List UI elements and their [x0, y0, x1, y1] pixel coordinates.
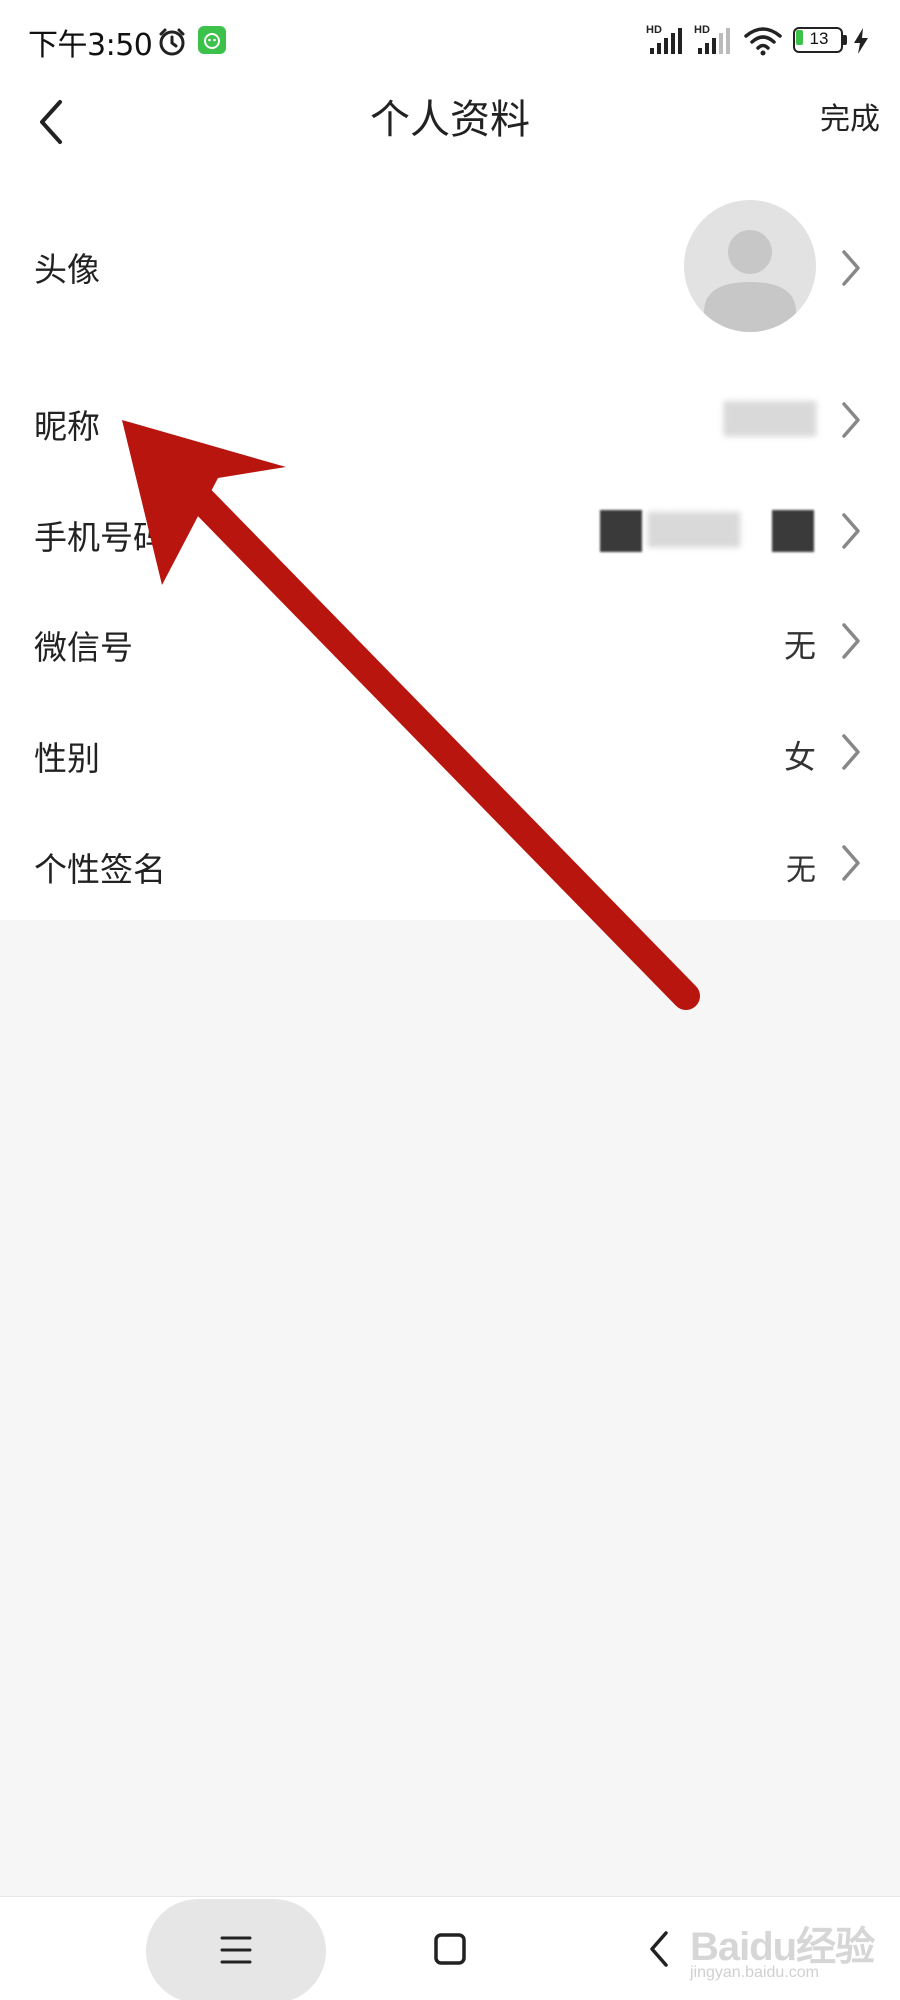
avatar-row[interactable]: 头像 — [0, 160, 900, 370]
network-hd-label: HD — [694, 24, 710, 36]
phone-redaction-block — [600, 510, 642, 552]
baidu-jingyan-watermark: Baidu经验 jingyan.baidu.com — [686, 1900, 886, 1990]
chevron-right-icon — [842, 513, 860, 549]
chevron-left-icon — [40, 100, 62, 144]
status-time: 下午3:50 — [28, 28, 153, 63]
phone-number-label: 手机号码 — [34, 518, 166, 557]
battery-level-text: 13 — [809, 29, 829, 48]
cellular-signal-icon: HD — [646, 24, 688, 60]
alarm-icon — [156, 26, 188, 62]
chevron-right-icon — [842, 402, 860, 438]
wechat-id-label: 微信号 — [34, 628, 133, 667]
wifi-icon — [744, 26, 782, 60]
watermark-sub-text: jingyan.baidu.com — [690, 1964, 819, 1981]
avatar-label: 头像 — [34, 250, 100, 289]
default-avatar-icon — [684, 200, 816, 332]
avatar[interactable] — [684, 200, 816, 332]
wechat-id-row[interactable]: 微信号 无 — [0, 591, 900, 691]
page-title: 个人资料 — [370, 97, 530, 143]
nickname-label: 昵称 — [34, 407, 100, 446]
signature-row[interactable]: 个性签名 无 — [0, 813, 900, 913]
recent-apps-button[interactable] — [146, 1899, 326, 2000]
chevron-right-icon — [842, 623, 860, 659]
gender-label: 性别 — [34, 739, 100, 778]
signature-label: 个性签名 — [34, 850, 166, 889]
chevron-right-icon — [842, 845, 860, 881]
gender-row[interactable]: 性别 女 — [0, 702, 900, 802]
phone-redaction-block — [772, 510, 814, 552]
nickname-row[interactable]: 昵称 ████ — [0, 370, 900, 470]
battery-indicator: 13 — [793, 27, 847, 53]
back-button[interactable] — [30, 94, 74, 150]
app-notification-icon — [198, 26, 226, 58]
menu-icon — [220, 1936, 252, 1964]
done-button[interactable]: 完成 — [780, 94, 880, 146]
phone-value-redacted: ████ — [647, 513, 740, 548]
system-back-button[interactable] — [644, 1927, 674, 1971]
charging-bolt-icon — [853, 28, 869, 58]
profile-settings-list: 头像 昵称 ████ 手机号码 ████ 微信号 无 性别 女 个性签名 无 — [0, 160, 900, 920]
home-button[interactable] — [430, 1929, 470, 1969]
chevron-left-icon — [650, 1931, 668, 1967]
nickname-value-redacted: ████ — [723, 402, 816, 437]
home-square-icon — [434, 1933, 466, 1965]
cellular-signal-icon: HD — [694, 24, 736, 60]
wechat-id-value: 无 — [783, 627, 816, 665]
chevron-right-icon — [842, 250, 860, 286]
chevron-right-icon — [842, 734, 860, 770]
phone-number-row[interactable]: 手机号码 ████ — [0, 481, 900, 581]
status-bar: 下午3:50 HD HD 13 — [0, 0, 900, 80]
signature-value: 无 — [786, 853, 816, 888]
gender-value: 女 — [783, 738, 816, 776]
network-hd-label: HD — [646, 24, 662, 36]
